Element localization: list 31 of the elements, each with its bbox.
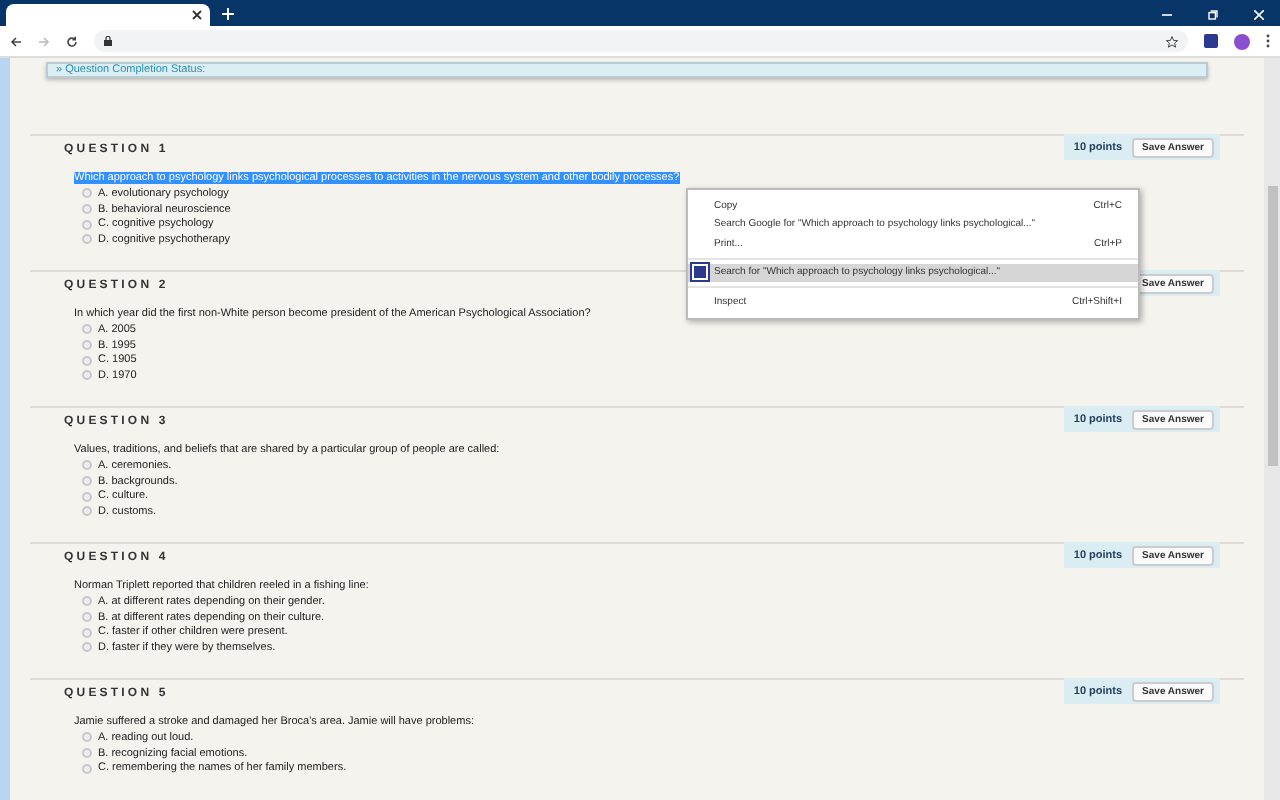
radio-button[interactable] (82, 596, 92, 607)
radio-button[interactable] (82, 627, 92, 638)
radio-button[interactable] (82, 491, 92, 502)
radio-button[interactable] (82, 748, 92, 759)
radio-button[interactable] (82, 355, 92, 366)
avatar-icon[interactable] (1234, 33, 1250, 49)
star-icon[interactable] (1166, 35, 1178, 47)
radio-button[interactable] (82, 188, 92, 199)
radio-button[interactable] (82, 234, 92, 245)
radio-button[interactable] (82, 324, 92, 335)
forward-icon[interactable] (38, 35, 50, 47)
lock-icon (104, 36, 112, 46)
radio-button[interactable] (82, 612, 92, 623)
radio-button[interactable] (82, 506, 92, 517)
back-icon[interactable] (10, 35, 22, 47)
radio-button[interactable] (82, 370, 92, 381)
close-icon[interactable] (192, 10, 202, 20)
restore-icon[interactable] (1208, 10, 1218, 20)
radio-button[interactable] (82, 219, 92, 230)
radio-button[interactable] (82, 763, 92, 774)
new-tab-icon[interactable] (222, 8, 234, 20)
radio-button[interactable] (82, 732, 92, 743)
extension-icon[interactable] (1204, 34, 1218, 48)
radio-button[interactable] (82, 476, 92, 487)
radio-button[interactable] (82, 340, 92, 351)
radio-button[interactable] (82, 642, 92, 653)
radio-button[interactable] (82, 204, 92, 215)
reload-icon[interactable] (66, 35, 78, 47)
minimize-icon[interactable] (1162, 10, 1172, 20)
radio-button[interactable] (82, 460, 92, 471)
extension-icon (692, 264, 708, 281)
